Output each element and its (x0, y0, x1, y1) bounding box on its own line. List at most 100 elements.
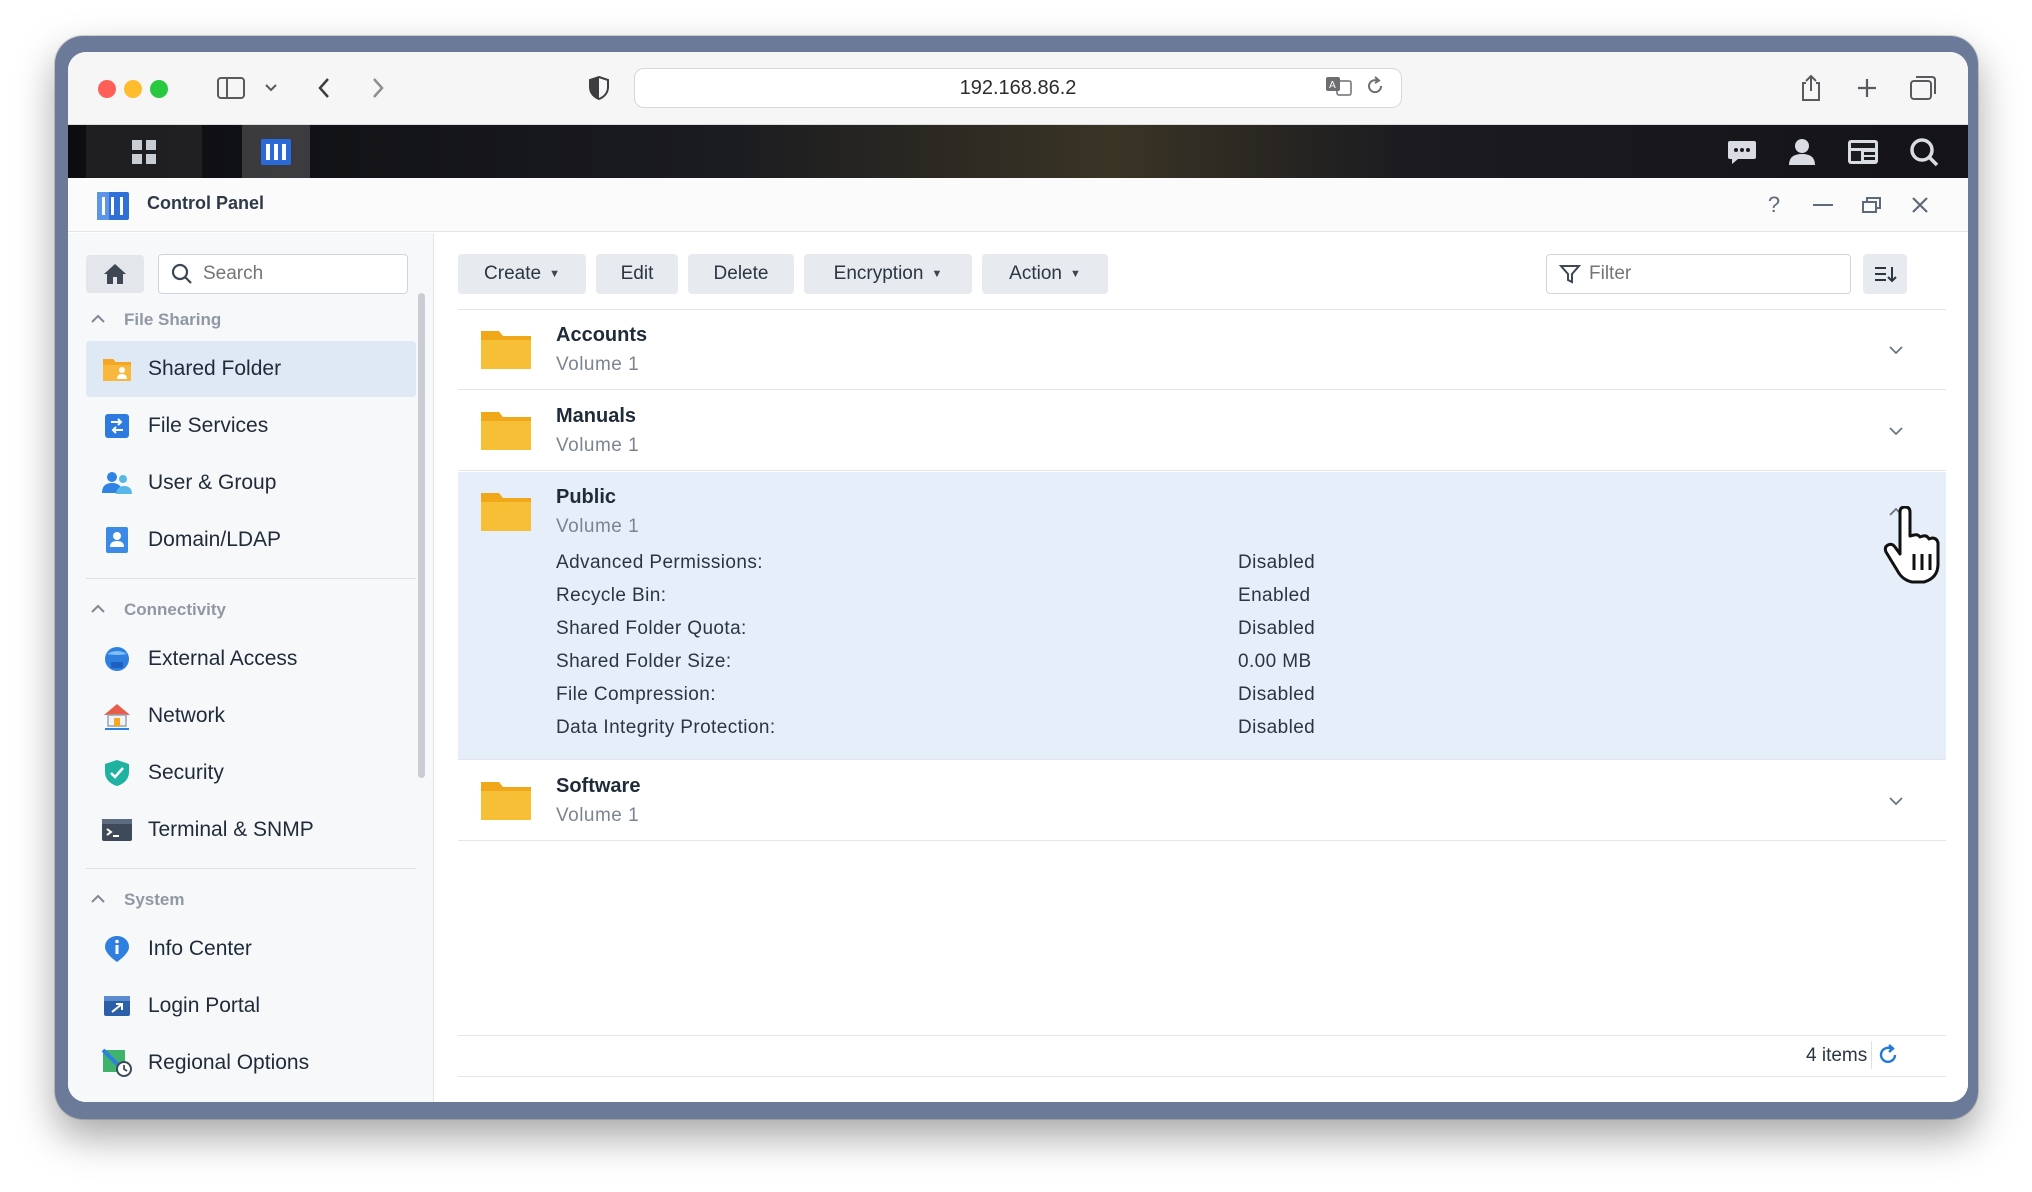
restore-icon[interactable] (1857, 190, 1887, 220)
reload-icon[interactable] (1365, 75, 1385, 103)
folder-row-public[interactable]: Public Volume 1 Advanced Permissions: Di… (458, 472, 1946, 760)
help-icon[interactable]: ? (1759, 190, 1789, 220)
forward-icon[interactable] (366, 72, 390, 104)
close-icon[interactable] (1905, 190, 1935, 220)
network-icon (100, 699, 134, 733)
folder-icon (481, 412, 531, 450)
section-file-sharing[interactable]: File Sharing (86, 305, 221, 335)
close-window-button[interactable] (98, 80, 116, 98)
chevron-up-icon (86, 601, 110, 619)
section-title: File Sharing (124, 310, 222, 329)
sidebar-item-info-center[interactable]: Info Center (86, 921, 416, 977)
detail-label: Data Integrity Protection: (556, 717, 776, 738)
sidebar-item-label: Login Portal (148, 994, 261, 1017)
section-system[interactable]: System (86, 885, 184, 915)
chevron-down-icon[interactable] (1886, 421, 1906, 441)
sort-icon (1875, 267, 1897, 283)
sidebar: File Sharing Shared Folder File Services… (68, 233, 434, 1102)
delete-button[interactable]: Delete (688, 254, 794, 294)
divider (86, 868, 416, 869)
chevron-down-icon[interactable] (1886, 340, 1906, 360)
zoom-window-button[interactable] (150, 80, 168, 98)
sidebar-item-network[interactable]: Network (86, 688, 416, 744)
translate-icon[interactable]: A (1325, 75, 1353, 103)
folder-name: Accounts (556, 324, 648, 346)
main-menu-icon[interactable] (86, 125, 202, 178)
folder-volume: Volume 1 (556, 435, 640, 456)
user-icon[interactable] (1782, 135, 1822, 169)
sidebar-item-label: External Access (148, 647, 298, 670)
caret-down-icon: ▼ (1069, 268, 1081, 280)
action-button[interactable]: Action ▼ (982, 254, 1108, 294)
edit-button[interactable]: Edit (596, 254, 678, 294)
detail-label: Shared Folder Quota: (556, 618, 747, 639)
minimize-icon[interactable] (1808, 190, 1838, 220)
window-titlebar: Control Panel ? (68, 178, 1968, 232)
filter-icon (1559, 265, 1581, 284)
sidebar-item-domain-ldap[interactable]: Domain/LDAP (86, 512, 416, 568)
chat-icon[interactable] (1722, 135, 1762, 169)
main-panel: Create ▼ Edit Delete Encryption ▼ Action… (435, 233, 1968, 1102)
item-count: 4 items (1806, 1045, 1868, 1066)
sidebar-item-label: Network (148, 704, 226, 727)
filter-input[interactable] (1589, 263, 1829, 285)
sidebar-item-login-portal[interactable]: Login Portal (86, 978, 416, 1034)
section-title: Connectivity (124, 600, 227, 619)
url-text: 192.168.86.2 (959, 76, 1077, 99)
sidebar-item-label: Info Center (148, 937, 252, 960)
share-icon[interactable] (1796, 72, 1826, 104)
section-connectivity[interactable]: Connectivity (86, 595, 226, 625)
sidebar-item-label: Domain/LDAP (148, 528, 282, 551)
sidebar-item-terminal-snmp[interactable]: Terminal & SNMP (86, 802, 416, 858)
sidebar-item-security[interactable]: Security (86, 745, 416, 801)
sidebar-item-label: File Services (148, 414, 269, 437)
folder-icon (481, 782, 531, 820)
home-button[interactable] (86, 255, 144, 293)
sidebar-icon[interactable] (214, 72, 248, 104)
sidebar-search[interactable] (158, 254, 408, 294)
dsm-taskbar (68, 125, 1968, 178)
detail-value: Disabled (1238, 717, 1316, 738)
new-tab-icon[interactable] (1852, 72, 1882, 104)
search-input[interactable] (203, 263, 393, 285)
detail-value: Disabled (1238, 618, 1316, 639)
folder-row-software[interactable]: Software Volume 1 (458, 761, 1946, 841)
encryption-button[interactable]: Encryption ▼ (804, 254, 972, 294)
terminal-icon (100, 813, 134, 847)
widgets-icon[interactable] (1843, 135, 1883, 169)
sort-button[interactable] (1863, 254, 1907, 294)
hand-pointer-icon (1883, 506, 1940, 584)
create-button[interactable]: Create ▼ (458, 254, 586, 294)
sidebar-item-regional-options[interactable]: Regional Options (86, 1035, 416, 1091)
detail-value: 0.00 MB (1238, 651, 1312, 672)
control-panel-icon (96, 191, 130, 226)
control-panel-app-icon[interactable] (242, 125, 310, 178)
shared-folder-icon (100, 352, 134, 386)
folder-name: Manuals (556, 405, 637, 427)
sidebar-item-external-access[interactable]: External Access (86, 631, 416, 687)
caret-down-icon: ▼ (549, 268, 560, 280)
footer-top-border (458, 1035, 1946, 1036)
chevron-down-icon[interactable] (1886, 791, 1906, 811)
folder-row-manuals[interactable]: Manuals Volume 1 (458, 391, 1946, 471)
tabs-overview-icon[interactable] (1908, 72, 1938, 104)
user-group-icon (100, 466, 134, 500)
edit-label: Edit (620, 263, 654, 284)
minimize-window-button[interactable] (124, 80, 142, 98)
filter-field[interactable] (1546, 254, 1851, 294)
sidebar-item-user-group[interactable]: User & Group (86, 455, 416, 511)
folder-row-accounts[interactable]: Accounts Volume 1 (458, 310, 1946, 390)
domain-ldap-icon (100, 523, 134, 557)
divider (86, 578, 416, 579)
search-icon[interactable] (1904, 135, 1944, 169)
shield-icon[interactable] (586, 72, 612, 104)
sidebar-scrollbar[interactable] (418, 293, 425, 778)
address-bar[interactable]: 192.168.86.2 A (634, 68, 1402, 108)
refresh-icon[interactable] (1871, 1041, 1899, 1069)
sidebar-item-file-services[interactable]: File Services (86, 398, 416, 454)
back-icon[interactable] (312, 72, 336, 104)
chevron-down-icon[interactable] (262, 72, 280, 104)
sidebar-item-shared-folder[interactable]: Shared Folder (86, 341, 416, 397)
sidebar-item-label: Security (148, 761, 224, 784)
folder-volume: Volume 1 (556, 805, 640, 826)
